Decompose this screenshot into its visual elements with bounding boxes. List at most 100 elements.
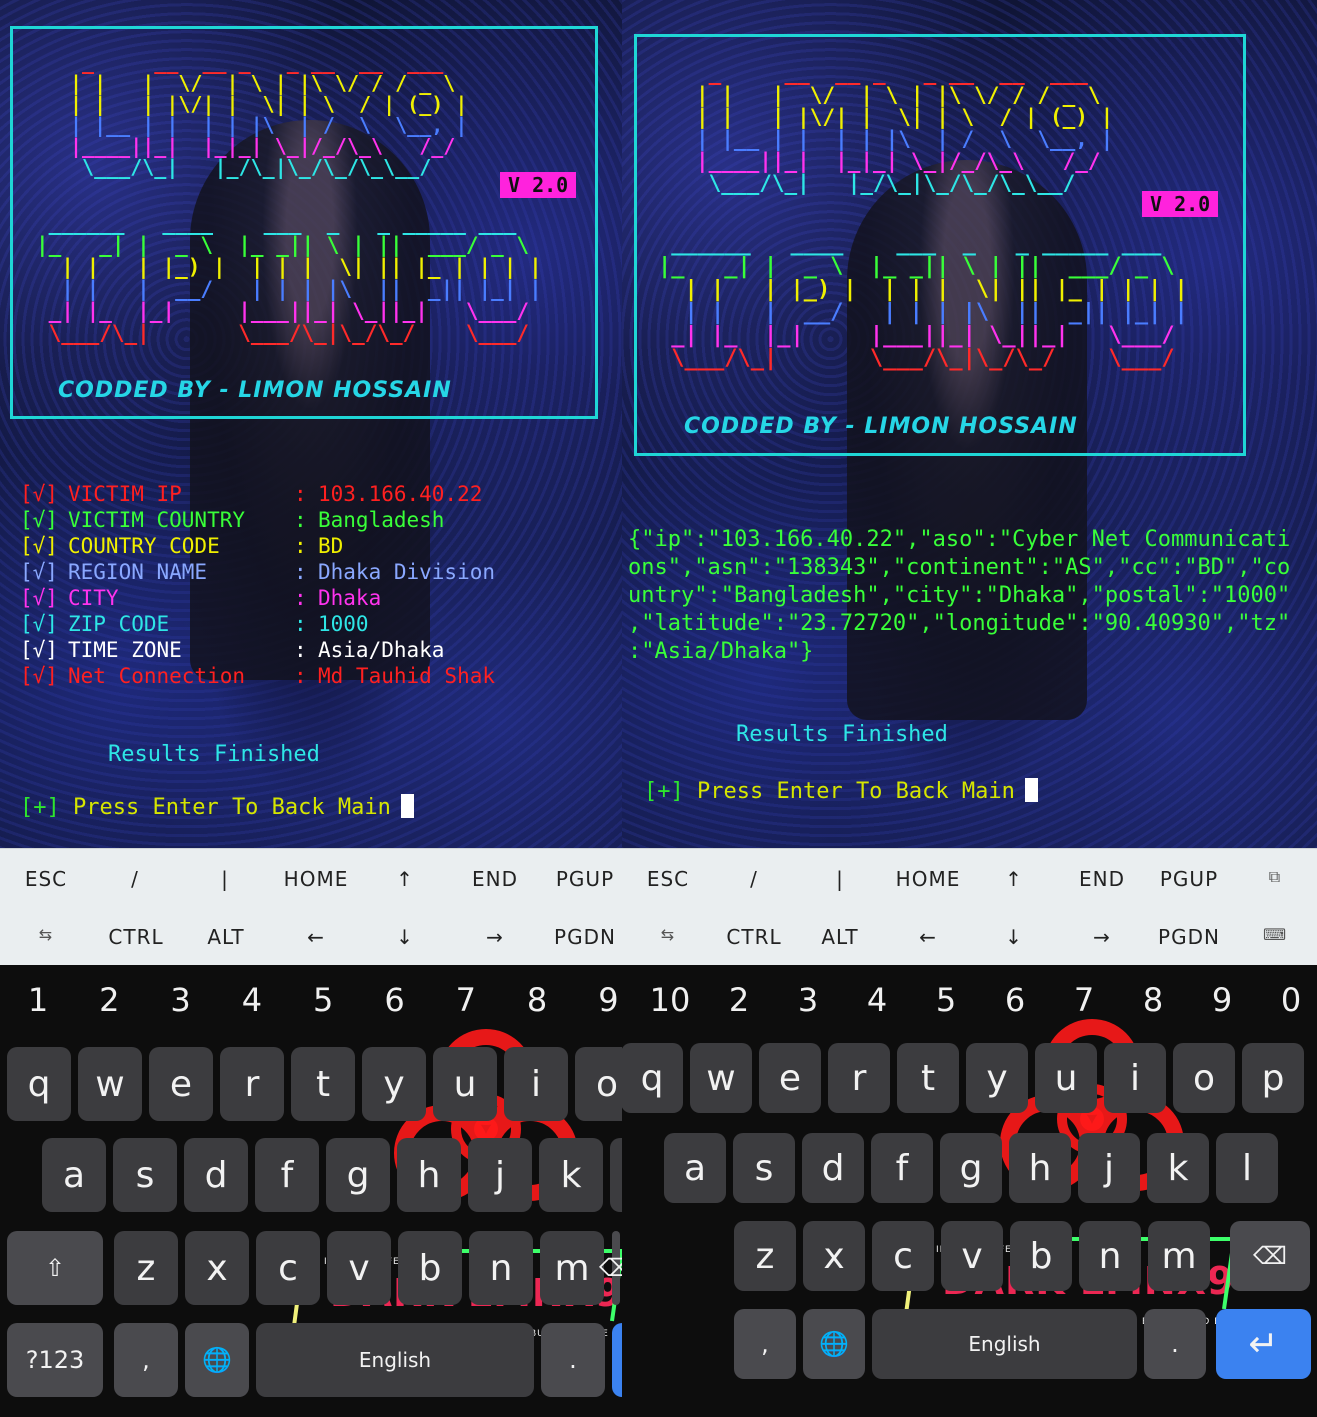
extra-key[interactable]: PGUP [1160, 867, 1218, 891]
extra-key[interactable]: ALT [821, 925, 858, 949]
extra-key[interactable]: HOME [896, 867, 961, 891]
key-o[interactable]: o [575, 1047, 622, 1121]
key-b[interactable]: b [398, 1231, 462, 1305]
extra-key[interactable]: CTRL [726, 925, 781, 949]
info-separator: : [294, 638, 307, 662]
symbols-key[interactable]: ?123 [7, 1323, 103, 1397]
key-c[interactable]: c [256, 1231, 320, 1305]
spacebar[interactable]: English [872, 1309, 1137, 1379]
extra-key[interactable]: ⌨ [1263, 925, 1287, 944]
ascii-logo-lmnx9: _ __ __ _ _ __ __ ___ | | | \/ | \ | |\ … [696, 61, 1114, 196]
key-w[interactable]: w [690, 1043, 752, 1113]
key-x[interactable]: x [185, 1231, 249, 1305]
key-i[interactable]: i [504, 1047, 568, 1121]
key-l[interactable]: l [610, 1138, 622, 1212]
key-m[interactable]: m [540, 1231, 604, 1305]
key-t[interactable]: t [291, 1047, 355, 1121]
key-v[interactable]: v [941, 1221, 1003, 1291]
terminal-right[interactable]: _ __ __ _ _ __ __ ___ | | | \/ | \ | |\ … [622, 0, 1317, 848]
key-u[interactable]: u [433, 1047, 497, 1121]
key-b[interactable]: b [1010, 1221, 1072, 1291]
extra-key[interactable]: → [1093, 925, 1111, 949]
key-y[interactable]: y [966, 1043, 1028, 1113]
spacebar[interactable]: English [256, 1323, 534, 1397]
backspace-key[interactable]: ⌫ [1230, 1221, 1310, 1291]
key-n[interactable]: n [469, 1231, 533, 1305]
key-j[interactable]: j [1078, 1133, 1140, 1203]
key-n[interactable]: n [1079, 1221, 1141, 1291]
key-a[interactable]: a [42, 1138, 106, 1212]
extra-key[interactable]: CTRL [108, 925, 163, 949]
key-j[interactable]: j [468, 1138, 532, 1212]
info-row: [√] REGION NAME: Dhaka Division [20, 560, 495, 584]
key-h[interactable]: h [1009, 1133, 1071, 1203]
globe-icon[interactable]: 🌐 [803, 1309, 865, 1379]
extra-key[interactable]: | [221, 867, 229, 891]
key-f[interactable]: f [871, 1133, 933, 1203]
key-q[interactable]: q [7, 1047, 71, 1121]
extra-key[interactable]: → [486, 925, 504, 949]
shift-key[interactable]: ⇧ [7, 1231, 103, 1305]
extra-key[interactable]: ↑ [1005, 867, 1023, 891]
key-h[interactable]: h [397, 1138, 461, 1212]
extra-key[interactable]: ⇆ [661, 925, 675, 944]
extra-key[interactable]: ↓ [396, 925, 414, 949]
extra-key[interactable]: ⧉ [1269, 867, 1281, 887]
extra-key[interactable]: PGDN [1158, 925, 1220, 949]
key-z[interactable]: z [114, 1231, 178, 1305]
period-key[interactable]: . [541, 1323, 605, 1397]
extra-key[interactable]: ESC [647, 867, 689, 891]
enter-key[interactable]: ↵ [612, 1323, 622, 1397]
key-e[interactable]: e [759, 1043, 821, 1113]
extra-key[interactable]: HOME [284, 867, 349, 891]
key-x[interactable]: x [803, 1221, 865, 1291]
extra-key[interactable]: PGDN [554, 925, 616, 949]
key-d[interactable]: d [184, 1138, 248, 1212]
key-e[interactable]: e [149, 1047, 213, 1121]
extra-key[interactable]: | [836, 867, 844, 891]
key-i[interactable]: i [1104, 1043, 1166, 1113]
key-g[interactable]: g [940, 1133, 1002, 1203]
key-f[interactable]: f [255, 1138, 319, 1212]
extra-key[interactable]: ⇆ [39, 925, 53, 944]
extra-key[interactable]: END [1079, 867, 1125, 891]
period-key[interactable]: . [1144, 1309, 1206, 1379]
extra-key[interactable]: END [472, 867, 518, 891]
extra-key[interactable]: ← [307, 925, 325, 949]
key-r[interactable]: r [220, 1047, 284, 1121]
enter-key[interactable]: ↵ [1216, 1309, 1311, 1379]
key-k[interactable]: k [539, 1138, 603, 1212]
terminal-left[interactable]: _ __ __ _ _ __ __ ___ | | | \/ | \ | |\ … [0, 0, 622, 848]
key-m[interactable]: m [1148, 1221, 1210, 1291]
key-k[interactable]: k [1147, 1133, 1209, 1203]
key-g[interactable]: g [326, 1138, 390, 1212]
globe-icon[interactable]: 🌐 [185, 1323, 249, 1397]
key-p[interactable]: p [1242, 1043, 1304, 1113]
backspace-key[interactable]: ⌫ [599, 1231, 622, 1305]
extra-key[interactable]: ← [919, 925, 937, 949]
key-t[interactable]: t [897, 1043, 959, 1113]
comma-key[interactable]: , [734, 1309, 796, 1379]
key-v[interactable]: v [327, 1231, 391, 1305]
key-a[interactable]: a [664, 1133, 726, 1203]
key-z[interactable]: z [734, 1221, 796, 1291]
key-s[interactable]: s [113, 1138, 177, 1212]
key-l[interactable]: l [1216, 1133, 1278, 1203]
key-r[interactable]: r [828, 1043, 890, 1113]
key-q[interactable]: q [622, 1043, 683, 1113]
key-u[interactable]: u [1035, 1043, 1097, 1113]
extra-key[interactable]: / [131, 867, 139, 891]
key-s[interactable]: s [733, 1133, 795, 1203]
extra-key[interactable]: ↑ [396, 867, 414, 891]
comma-key[interactable]: , [114, 1323, 178, 1397]
key-o[interactable]: o [1173, 1043, 1235, 1113]
extra-key[interactable]: PGUP [556, 867, 614, 891]
extra-key[interactable]: ESC [25, 867, 67, 891]
extra-key[interactable]: ALT [207, 925, 244, 949]
key-c[interactable]: c [872, 1221, 934, 1291]
key-w[interactable]: w [78, 1047, 142, 1121]
extra-key[interactable]: ↓ [1005, 925, 1023, 949]
key-d[interactable]: d [802, 1133, 864, 1203]
extra-key[interactable]: / [750, 867, 758, 891]
key-y[interactable]: y [362, 1047, 426, 1121]
